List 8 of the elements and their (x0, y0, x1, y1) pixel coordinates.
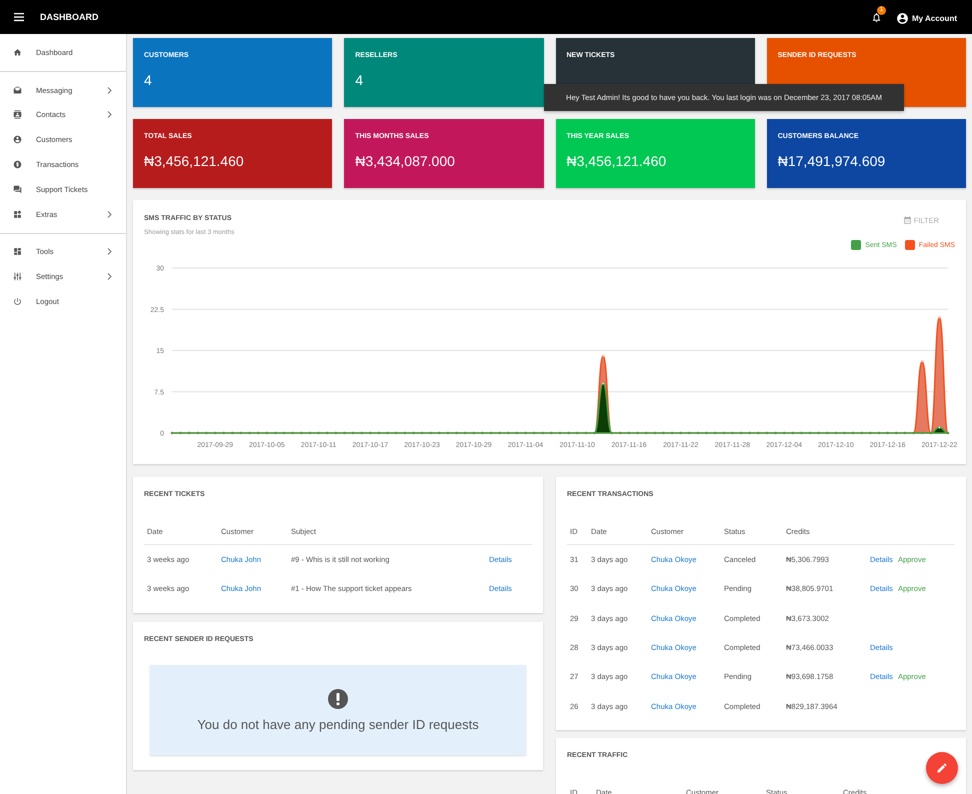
stat-value: 4 (144, 72, 153, 88)
stat-value: 4 (355, 72, 364, 88)
page-title: DASHBOARD (40, 12, 98, 22)
empty-message: You do not have any pending sender ID requests (197, 716, 479, 732)
stat-value: ₦17,491,974.609 (778, 153, 886, 169)
stat-value: ₦3,434,087.000 (355, 153, 456, 169)
stat-value: ₦3,456,121.460 (566, 153, 668, 169)
stat-value: ₦3,456,121.460 (144, 153, 245, 169)
